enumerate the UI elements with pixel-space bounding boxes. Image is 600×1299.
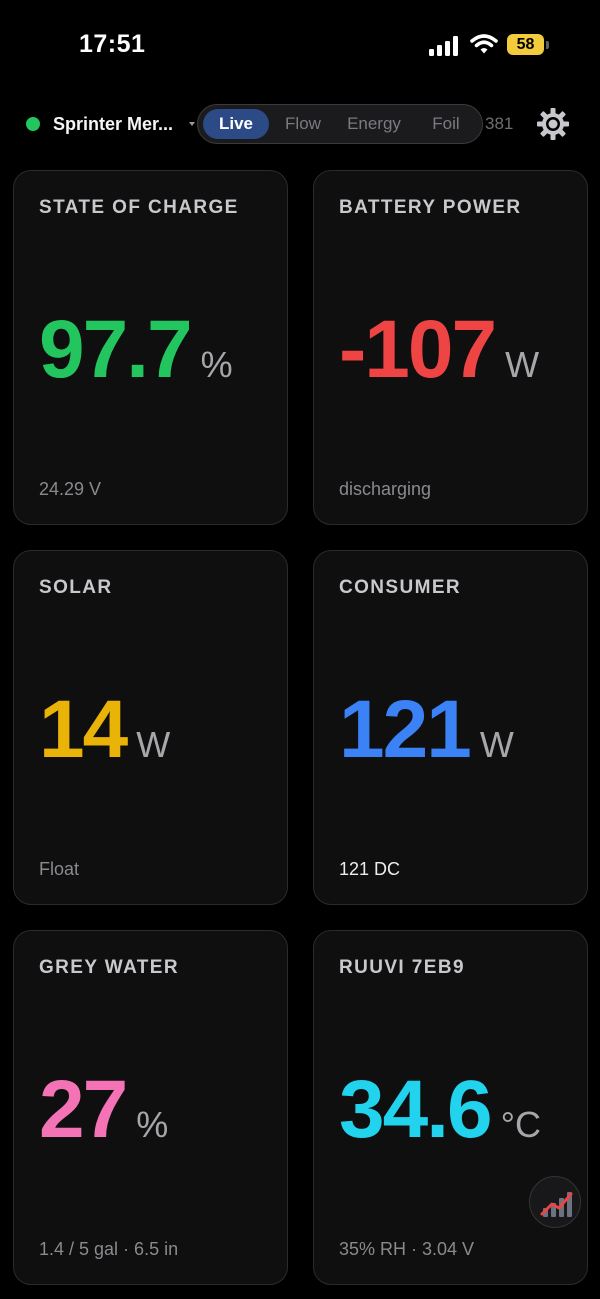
card-subtitle: 121 DC <box>339 859 401 879</box>
value-number: 97.7 <box>39 304 193 395</box>
card-title: RUUVI 7EB9 <box>339 957 465 978</box>
device-selector[interactable]: Sprinter Mer... <box>53 114 173 135</box>
card-battery-power[interactable]: BATTERY POWER -107 W discharging <box>313 170 588 525</box>
tab-live[interactable]: Live <box>203 109 269 139</box>
card-grey-water[interactable]: GREY WATER 27 % 1.4 / 5 gal · 6.5 in <box>13 930 288 1285</box>
value-unit: W <box>479 724 514 765</box>
card-subtitle: 1.4 / 5 gal · 6.5 in <box>39 1239 179 1259</box>
card-title: BATTERY POWER <box>339 197 522 218</box>
card-consumer[interactable]: CONSUMER 121 W 121 DC <box>313 550 588 905</box>
card-subtitle: 24.29 V <box>39 479 102 499</box>
tab-flow[interactable]: Flow <box>274 109 332 139</box>
card-subtitle: Float <box>39 859 80 879</box>
card-subtitle: 35% RH · 3.04 V <box>339 1239 475 1259</box>
value-unit: % <box>136 1104 169 1145</box>
value-number: -107 <box>339 304 497 395</box>
wifi-icon <box>470 34 498 54</box>
signal-icon <box>429 36 458 56</box>
card-title: STATE OF CHARGE <box>39 197 239 218</box>
tab-foil[interactable]: Foil <box>420 109 472 139</box>
status-time: 17:51 <box>79 30 146 58</box>
value-unit: °C <box>500 1104 542 1145</box>
battery-level: 58 <box>516 35 535 53</box>
card-value: 34.6 °C <box>339 1069 541 1151</box>
card-title: SOLAR <box>39 577 113 598</box>
view-tabs: Live Flow Energy Foil <box>197 104 483 144</box>
card-value: 121 W <box>339 689 514 771</box>
value-unit: % <box>200 344 233 385</box>
gear-icon[interactable] <box>535 106 571 142</box>
card-solar[interactable]: SOLAR 14 W Float <box>13 550 288 905</box>
top-bar: Sprinter Mer... Live Flow Energy Foil 38… <box>0 100 600 148</box>
card-value: 97.7 % <box>39 309 233 391</box>
value-number: 121 <box>339 684 472 775</box>
tab-energy[interactable]: Energy <box>336 109 412 139</box>
card-value: -107 W <box>339 309 539 391</box>
card-value: 27 % <box>39 1069 168 1151</box>
card-title: CONSUMER <box>339 577 462 598</box>
chart-icon <box>540 1192 573 1217</box>
card-title: GREY WATER <box>39 957 179 978</box>
card-value: 14 W <box>39 689 170 771</box>
value-number: 27 <box>39 1064 128 1155</box>
connection-status-dot <box>26 117 40 131</box>
value-number: 34.6 <box>339 1064 493 1155</box>
chart-button[interactable] <box>529 1176 581 1228</box>
value-number: 14 <box>39 684 128 775</box>
value-unit: W <box>505 344 540 385</box>
card-ruuvi-sensor[interactable]: RUUVI 7EB9 34.6 °C 35% RH · 3.04 V <box>313 930 588 1285</box>
chevron-down-icon[interactable] <box>189 122 195 126</box>
battery-tip <box>546 41 549 49</box>
value-unit: W <box>136 724 171 765</box>
device-count: 381 <box>485 114 514 133</box>
status-bar: 17:51 58 <box>0 0 600 90</box>
card-state-of-charge[interactable]: STATE OF CHARGE 97.7 % 24.29 V <box>13 170 288 525</box>
card-subtitle: discharging <box>339 479 432 499</box>
battery-icon: 58 <box>507 34 544 55</box>
